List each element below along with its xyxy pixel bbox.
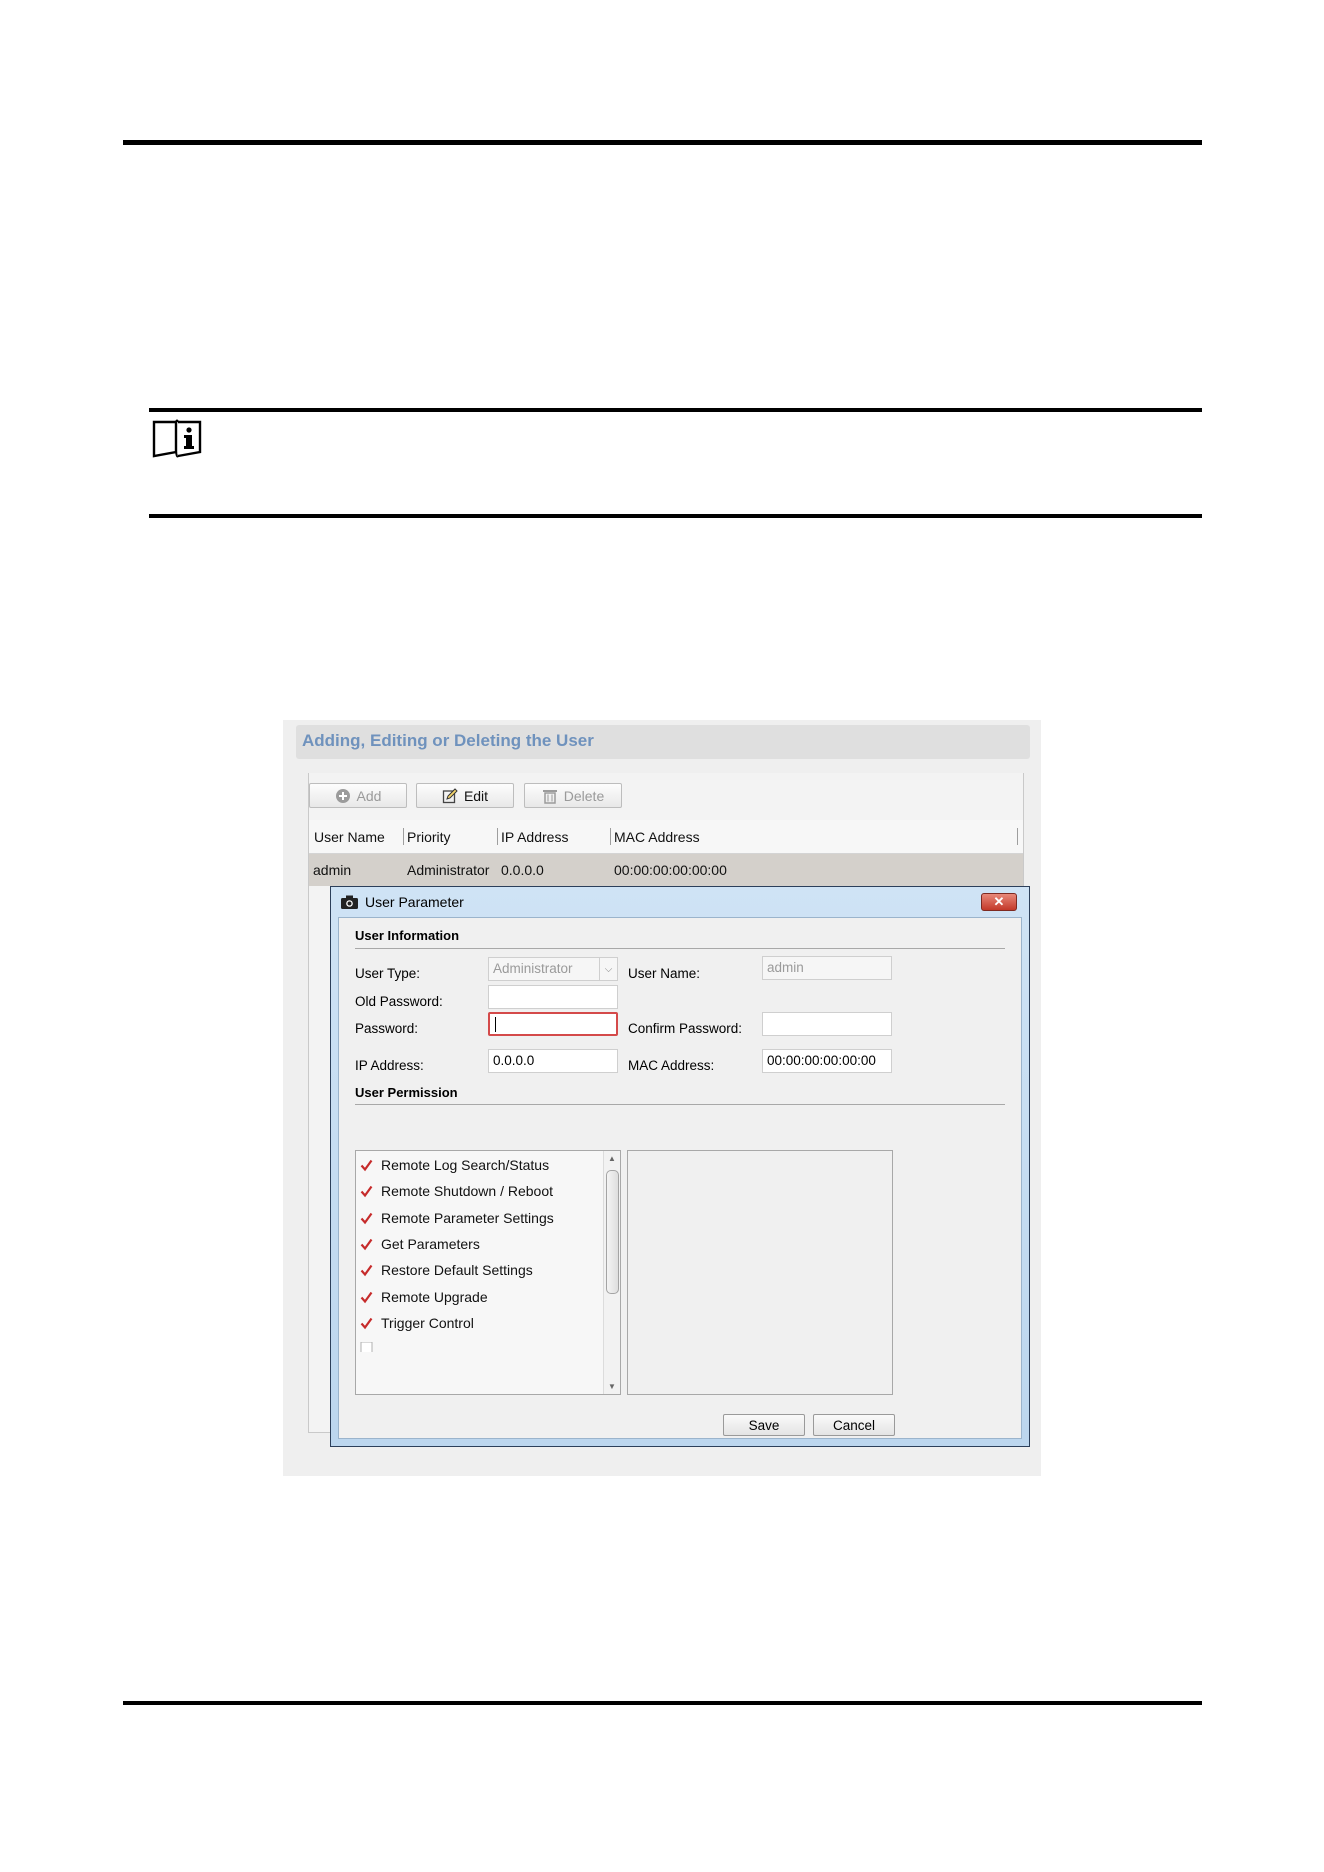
- column-priority[interactable]: Priority: [407, 829, 451, 845]
- delete-button-label: Delete: [563, 787, 605, 804]
- column-mac-address[interactable]: MAC Address: [614, 829, 700, 845]
- dialog-title: User Parameter: [365, 894, 464, 910]
- trash-icon: [542, 789, 557, 804]
- dialog-body: User Information User Type: Administrato…: [338, 917, 1022, 1439]
- section-header: Adding, Editing or Deleting the User: [296, 725, 1030, 759]
- permission-label: Remote Parameter Settings: [381, 1210, 554, 1226]
- delete-button[interactable]: Delete: [524, 783, 622, 808]
- camera-icon: [341, 895, 358, 909]
- cell-priority: Administrator: [407, 862, 490, 878]
- user-information-heading: User Information: [355, 928, 460, 943]
- column-divider: [497, 828, 498, 845]
- permission-item[interactable]: Remote Shutdown / Reboot: [360, 1183, 553, 1199]
- user-name-label: User Name:: [628, 966, 701, 981]
- permission-item-partial: [360, 1342, 373, 1352]
- close-button[interactable]: ✕: [981, 893, 1017, 911]
- user-permission-heading: User Permission: [355, 1085, 458, 1100]
- cell-ip-address: 0.0.0.0: [501, 862, 544, 878]
- ip-address-field[interactable]: 0.0.0.0: [488, 1049, 618, 1073]
- permission-item[interactable]: Remote Upgrade: [360, 1289, 488, 1305]
- column-ip-address[interactable]: IP Address: [501, 829, 568, 845]
- checkmark-icon: [360, 1159, 373, 1171]
- user-parameter-dialog: User Parameter ✕ User Information User T…: [330, 886, 1030, 1447]
- note-rule-bottom: [149, 514, 1202, 518]
- ip-address-label: IP Address:: [355, 1058, 424, 1073]
- scroll-down-icon[interactable]: ▼: [608, 1382, 616, 1391]
- permission-item[interactable]: Get Parameters: [360, 1236, 480, 1252]
- permission-item[interactable]: Restore Default Settings: [360, 1262, 533, 1278]
- dialog-titlebar[interactable]: User Parameter ✕: [331, 887, 1029, 917]
- column-divider: [1017, 828, 1018, 845]
- table-row[interactable]: admin Administrator 0.0.0.0 00:00:00:00:…: [309, 854, 1023, 886]
- checkmark-icon: [360, 1238, 373, 1250]
- checkmark-icon: [360, 1291, 373, 1303]
- permission-label: Get Parameters: [381, 1236, 480, 1252]
- permission-item[interactable]: Remote Log Search/Status: [360, 1157, 549, 1173]
- permission-label: Remote Shutdown / Reboot: [381, 1183, 553, 1199]
- mac-address-field[interactable]: 00:00:00:00:00:00: [762, 1049, 892, 1073]
- footer-rule: [123, 1701, 1202, 1705]
- permission-label: Restore Default Settings: [381, 1262, 533, 1278]
- column-divider: [610, 828, 611, 845]
- user-type-value: Administrator: [493, 961, 573, 976]
- permission-label: Trigger Control: [381, 1315, 474, 1331]
- user-management-screenshot: Adding, Editing or Deleting the User Add…: [283, 720, 1041, 1476]
- permission-label: Remote Log Search/Status: [381, 1157, 550, 1173]
- scrollbar-thumb[interactable]: [606, 1170, 619, 1294]
- section-divider: [355, 948, 1005, 949]
- password-field[interactable]: [488, 1012, 618, 1036]
- text-caret: [495, 1017, 496, 1032]
- confirm-password-label: Confirm Password:: [628, 1021, 743, 1036]
- permission-item[interactable]: Trigger Control: [360, 1315, 474, 1331]
- note-rule-top: [149, 408, 1202, 412]
- close-icon: ✕: [993, 894, 1005, 909]
- pencil-icon: [442, 787, 458, 803]
- note-book-icon: [152, 419, 202, 458]
- confirm-password-field[interactable]: [762, 1012, 892, 1036]
- section-title: Adding, Editing or Deleting the User: [302, 731, 594, 750]
- add-button-label: Add: [356, 787, 382, 804]
- checkbox-icon: [360, 1342, 373, 1352]
- old-password-label: Old Password:: [355, 994, 443, 1009]
- permission-label: Remote Upgrade: [381, 1289, 488, 1305]
- edit-button-label: Edit: [463, 787, 489, 804]
- permission-detail-panel: [627, 1150, 893, 1395]
- chevron-down-icon: ⌵: [599, 958, 617, 980]
- password-label: Password:: [355, 1021, 419, 1036]
- checkmark-icon: [360, 1185, 373, 1197]
- column-divider: [403, 828, 404, 845]
- permission-list[interactable]: Remote Log Search/Status Remote Shutdown…: [355, 1150, 621, 1395]
- user-name-value: admin: [767, 960, 804, 975]
- user-type-select[interactable]: Administrator ⌵: [488, 957, 618, 981]
- cell-user-name: admin: [313, 862, 352, 878]
- mac-address-value: 00:00:00:00:00:00: [767, 1053, 876, 1068]
- plus-circle-icon: [335, 788, 350, 803]
- scroll-up-icon[interactable]: ▲: [608, 1154, 616, 1163]
- ip-address-value: 0.0.0.0: [493, 1053, 535, 1068]
- mac-address-label: MAC Address:: [628, 1058, 715, 1073]
- section-divider: [355, 1104, 1005, 1105]
- edit-button[interactable]: Edit: [416, 783, 514, 808]
- header-rule: [123, 140, 1202, 145]
- old-password-field[interactable]: [488, 985, 618, 1009]
- cell-mac-address: 00:00:00:00:00:00: [614, 862, 727, 878]
- permission-item[interactable]: Remote Parameter Settings: [360, 1210, 554, 1226]
- checkmark-icon: [360, 1264, 373, 1276]
- permission-scrollbar[interactable]: ▲ ▼: [603, 1151, 620, 1394]
- cancel-button[interactable]: Cancel: [813, 1414, 895, 1436]
- user-type-label: User Type:: [355, 966, 421, 981]
- checkmark-icon: [360, 1212, 373, 1224]
- user-name-field[interactable]: admin: [762, 956, 892, 980]
- user-table-header: User Name Priority IP Address MAC Addres…: [309, 820, 1023, 854]
- save-button[interactable]: Save: [723, 1414, 805, 1436]
- checkmark-icon: [360, 1317, 373, 1329]
- column-user-name[interactable]: User Name: [314, 829, 385, 845]
- add-button[interactable]: Add: [309, 783, 407, 808]
